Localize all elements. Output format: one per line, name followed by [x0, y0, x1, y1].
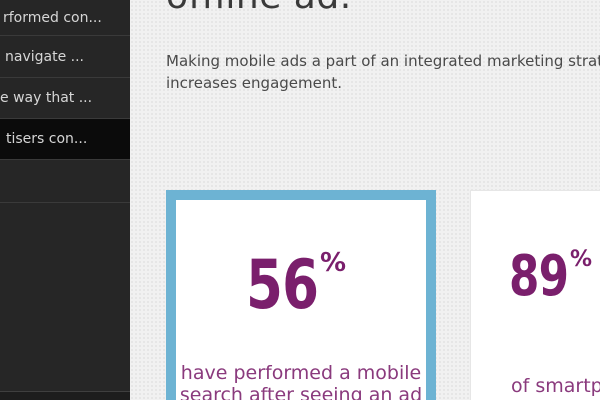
- page-headline: offline ad.: [166, 0, 352, 17]
- stat-percent-sign: %: [320, 248, 346, 278]
- stat-number: 56: [246, 246, 319, 325]
- sidebar-item-label: rformed con...: [3, 9, 102, 26]
- sidebar-footer-bar: [0, 391, 130, 400]
- sidebar-item-label: e way that ...: [0, 90, 93, 106]
- stat-percent-sign: %: [570, 247, 592, 272]
- stat-card-smartphone: 89 % of smartph: [470, 190, 600, 400]
- sidebar-item-way-that[interactable]: e way that ...: [0, 78, 130, 119]
- sidebar-nav: rformed con... navigate ... e way that .…: [0, 0, 130, 400]
- stat-value: 89 %: [509, 244, 592, 309]
- sidebar-item-label: navigate ...: [5, 48, 84, 65]
- stat-description-line: have performed a mobile: [180, 362, 422, 384]
- stat-number: 89: [509, 244, 569, 309]
- stat-description-line: search after seeing an ad: [179, 384, 423, 400]
- main-content: offline ad. Making mobile ads a part of …: [130, 0, 600, 400]
- sidebar-item-navigate[interactable]: navigate ...: [0, 36, 130, 78]
- stat-description-line: of smartph: [511, 375, 600, 397]
- sidebar-item-empty[interactable]: [0, 160, 130, 203]
- sidebar-item-performed[interactable]: rformed con...: [0, 0, 130, 36]
- stat-card-mobile-search: 56 % have performed a mobile search afte…: [166, 190, 436, 400]
- sidebar-item-advertisers[interactable]: tisers con...: [0, 119, 130, 160]
- stat-value: 56 %: [246, 246, 346, 325]
- stat-description: of smartph: [511, 375, 600, 397]
- stat-description: have performed a mobile search after see…: [176, 362, 426, 400]
- sidebar-item-label: tisers con...: [6, 131, 88, 147]
- intro-paragraph: Making mobile ads a part of an integrate…: [166, 52, 600, 92]
